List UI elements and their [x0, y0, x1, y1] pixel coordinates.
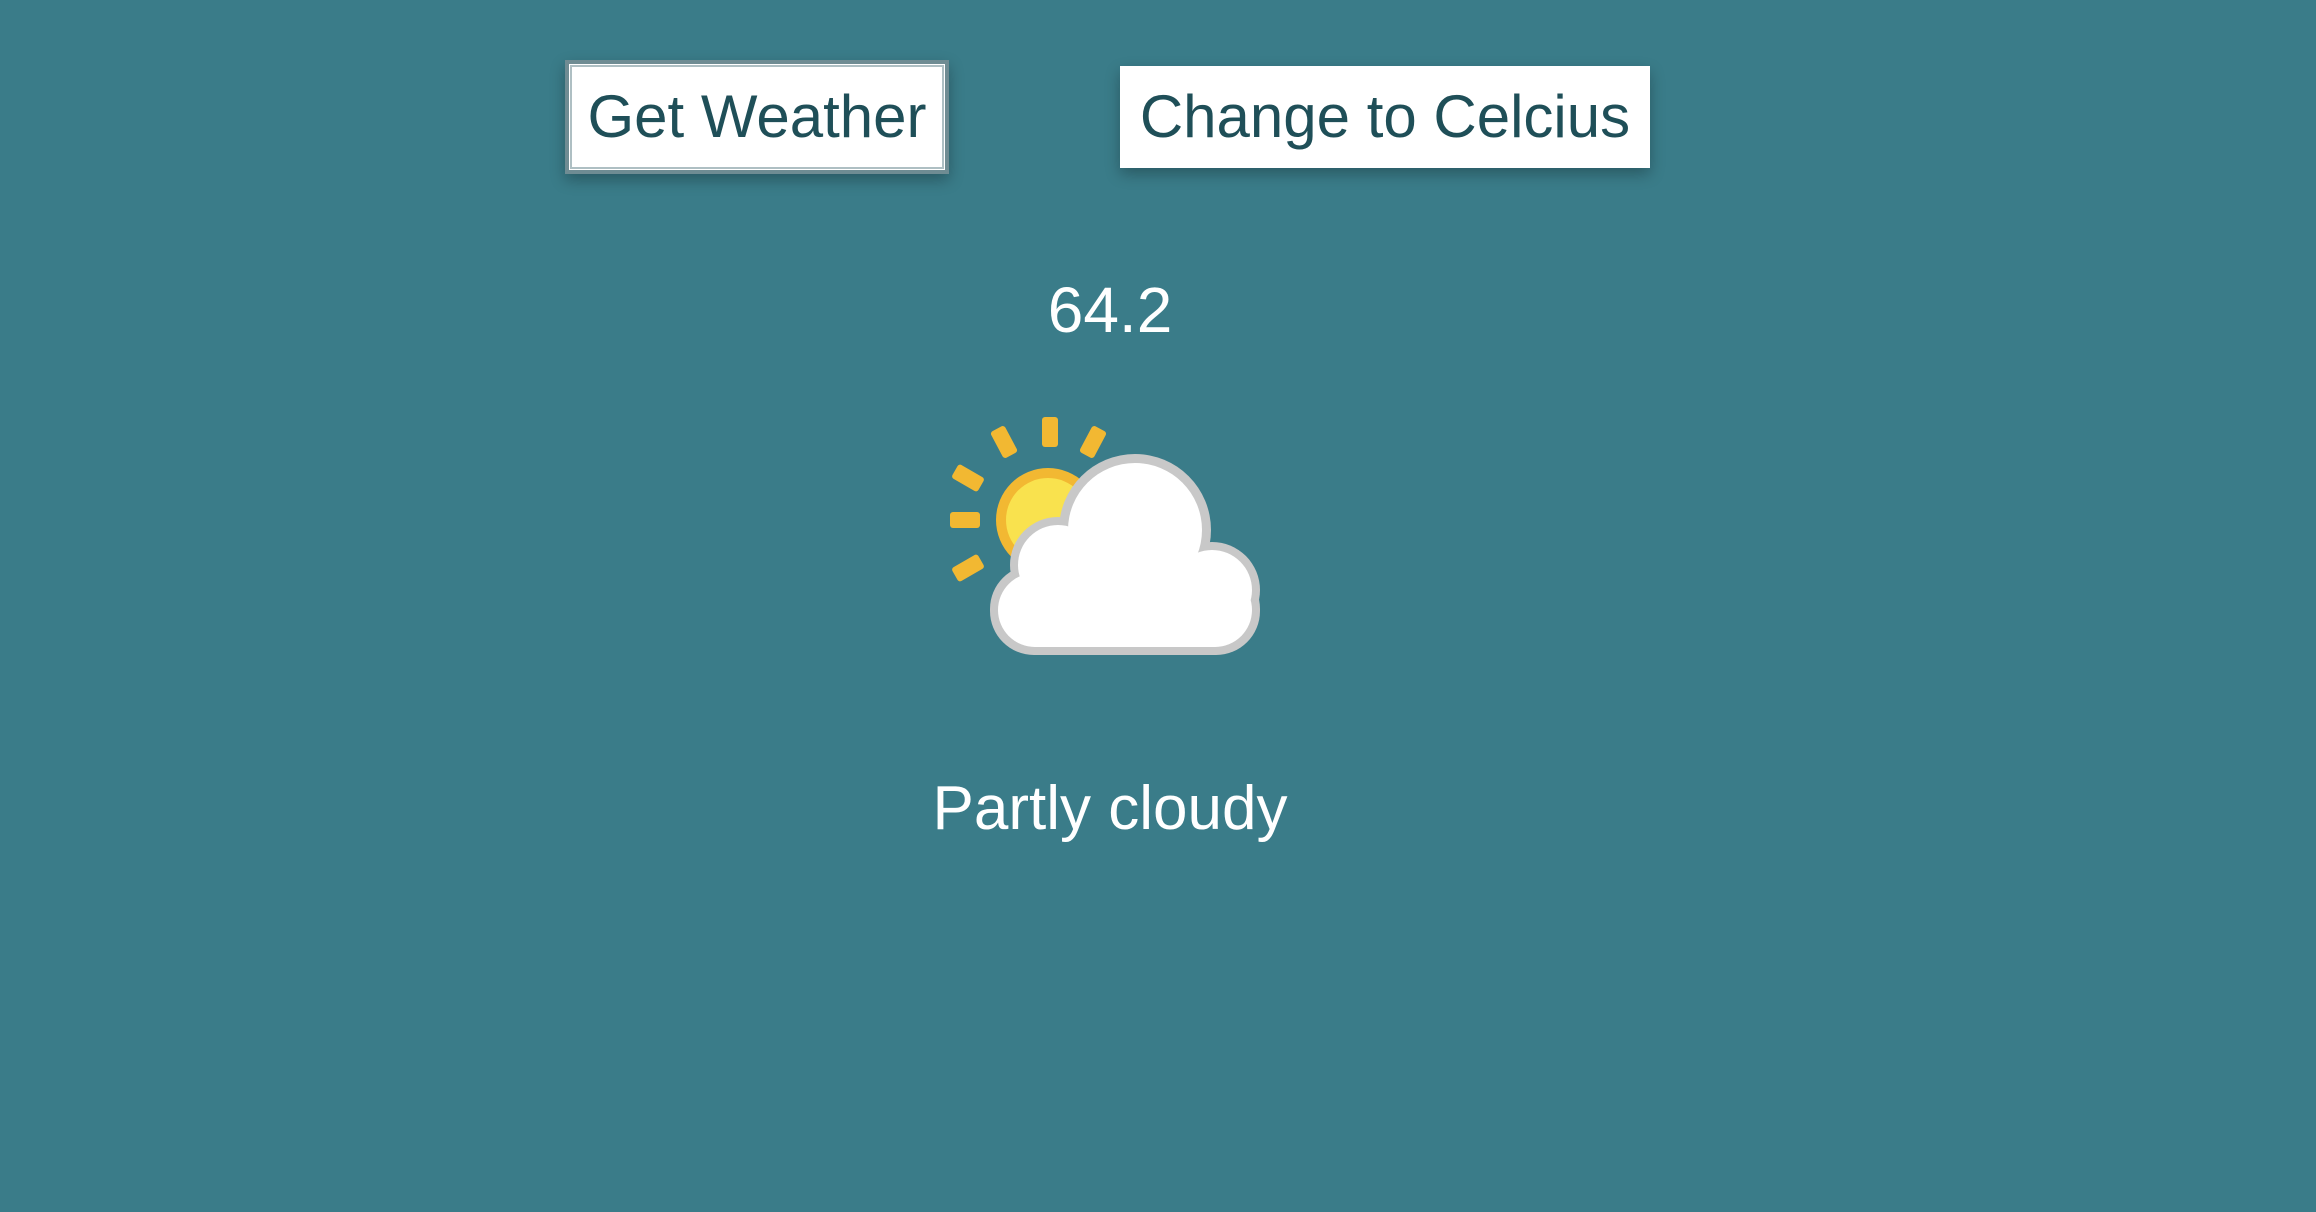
- temperature-value: 64.2: [1047, 274, 1173, 346]
- partly-cloudy-icon: [930, 405, 1280, 665]
- weather-app: Get Weather Change to Celcius 64.2 Partl…: [0, 0, 2316, 1212]
- change-unit-button[interactable]: Change to Celcius: [1120, 66, 1650, 168]
- weather-condition: Partly cloudy: [932, 774, 1288, 843]
- get-weather-button[interactable]: Get Weather: [565, 60, 949, 174]
